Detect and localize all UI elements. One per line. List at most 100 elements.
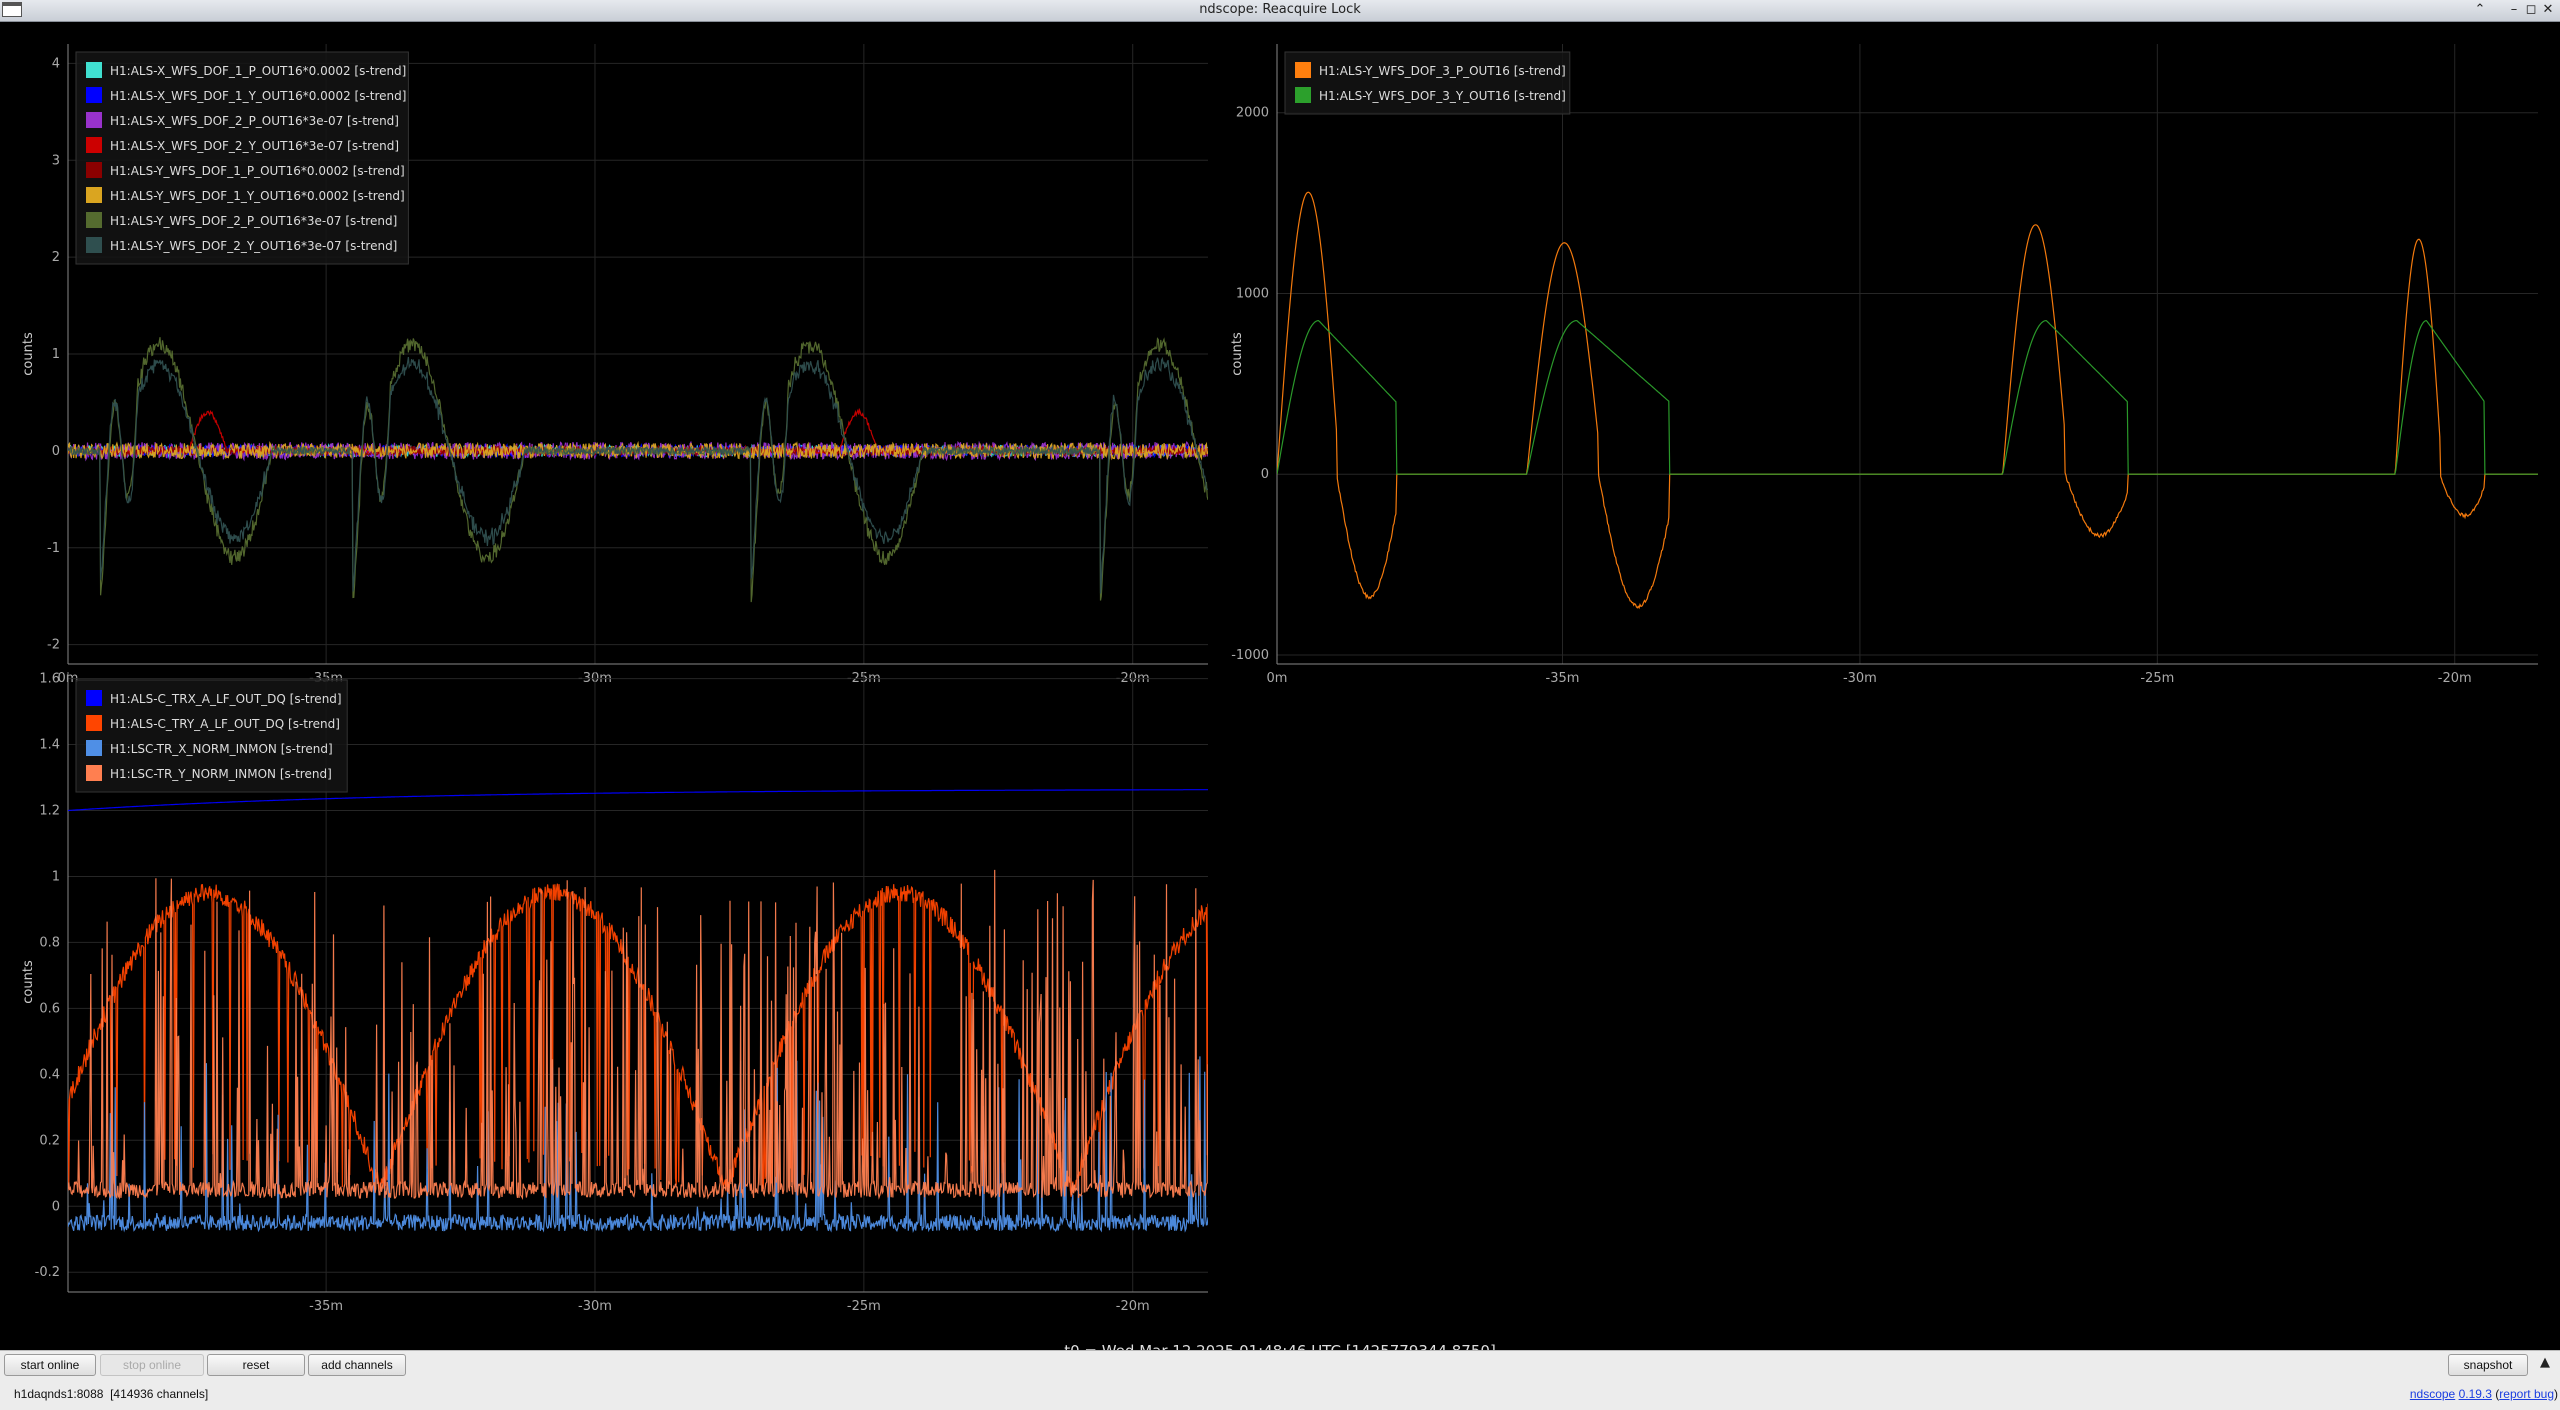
y-tick-label: -1 bbox=[47, 541, 60, 556]
maximize-icon[interactable]: ◻ bbox=[2522, 1, 2540, 19]
plot-pane-2[interactable]: -1000 0 1000 2000 0m -35m -30m -25m -20m counts H1… bbox=[1230, 44, 2538, 686]
y-tick-label: 3 bbox=[52, 153, 60, 168]
channel-count: [414936 channels] bbox=[110, 1387, 209, 1401]
series-line bbox=[68, 789, 1208, 812]
y-tick-label: 0 bbox=[1261, 467, 1269, 482]
y-tick-label: 1.6 bbox=[39, 672, 60, 687]
plots-canvas[interactable]: -2 -1 0 1 2 3 4 0m -35m -30m -25m -20m counts H1:ALS-… bbox=[0, 22, 2560, 1349]
minimize-icon[interactable]: – bbox=[2505, 1, 2523, 19]
y-tick-label: 0 bbox=[52, 1199, 60, 1214]
add-channels-label: add channels bbox=[321, 1358, 393, 1372]
legend-entry[interactable]: H1:LSC-TR_Y_NORM_INMON [s-trend] bbox=[110, 767, 332, 781]
y-axis-label: counts bbox=[21, 332, 36, 376]
snapshot-label: snapshot bbox=[2463, 1358, 2513, 1372]
x-tick-label: -20m bbox=[2438, 671, 2472, 686]
series-line bbox=[68, 337, 1208, 603]
add-channels-button[interactable]: add channels bbox=[308, 1354, 406, 1376]
series-line bbox=[1277, 191, 2538, 610]
server-status: h1daqnds1:8088 [414936 channels] bbox=[14, 1387, 208, 1401]
x-tick-label: -30m bbox=[1843, 671, 1877, 686]
legend-swatch[interactable] bbox=[86, 112, 102, 128]
legend-entry[interactable]: H1:ALS-C_TRX_A_LF_OUT_DQ [s-trend] bbox=[110, 692, 342, 706]
chevron-up-icon[interactable]: ⌃ bbox=[2471, 1, 2489, 19]
y-tick-label: -1000 bbox=[1231, 648, 1269, 663]
version-info: ndscope 0.19.3 (report bug) bbox=[2409, 1387, 2558, 1401]
close-icon[interactable]: ✕ bbox=[2539, 1, 2557, 19]
report-bug-link[interactable]: report bug bbox=[2499, 1387, 2554, 1401]
y-tick-label: 0.6 bbox=[39, 1001, 60, 1016]
y-tick-label: 0.8 bbox=[39, 935, 60, 950]
legend-entry[interactable]: H1:ALS-Y_WFS_DOF_3_Y_OUT16 [s-trend] bbox=[1319, 89, 1566, 103]
legend-swatch[interactable] bbox=[86, 690, 102, 706]
reset-button[interactable]: reset bbox=[207, 1354, 305, 1376]
legend-entry[interactable]: H1:ALS-X_WFS_DOF_2_P_OUT16*3e-07 [s-tren… bbox=[110, 114, 399, 128]
server-address: h1daqnds1:8088 bbox=[14, 1387, 104, 1401]
y-tick-label: 0.4 bbox=[39, 1067, 60, 1082]
plot-lines bbox=[1277, 191, 2538, 610]
version-link[interactable]: 0.19.3 bbox=[2459, 1387, 2492, 1401]
legend-swatch[interactable] bbox=[86, 162, 102, 178]
app-link[interactable]: ndscope bbox=[2410, 1387, 2455, 1401]
y-tick-label: 0.2 bbox=[39, 1133, 60, 1148]
legend-swatch[interactable] bbox=[86, 62, 102, 78]
legend-entry[interactable]: H1:ALS-Y_WFS_DOF_3_P_OUT16 [s-trend] bbox=[1319, 64, 1566, 78]
y-tick-label: 1 bbox=[52, 347, 60, 362]
legend-swatch[interactable] bbox=[86, 740, 102, 756]
start-online-button[interactable]: start online bbox=[4, 1354, 96, 1376]
legend-entry[interactable]: H1:ALS-C_TRY_A_LF_OUT_DQ [s-trend] bbox=[110, 717, 340, 731]
x-tick-label: -35m bbox=[1546, 671, 1580, 686]
x-tick-label: -25m bbox=[2140, 671, 2174, 686]
y-tick-label: 1000 bbox=[1236, 286, 1269, 301]
x-tick-label: -35m bbox=[309, 1299, 343, 1314]
y-axis-label: counts bbox=[1230, 332, 1245, 376]
y-tick-label: -2 bbox=[47, 638, 60, 653]
legend-entry[interactable]: H1:ALS-X_WFS_DOF_2_Y_OUT16*3e-07 [s-tren… bbox=[110, 139, 399, 153]
legend-swatch[interactable] bbox=[86, 87, 102, 103]
legend-swatch[interactable] bbox=[1295, 62, 1311, 78]
legend-swatch[interactable] bbox=[86, 212, 102, 228]
legend-entry[interactable]: H1:ALS-Y_WFS_DOF_1_Y_OUT16*0.0002 [s-tre… bbox=[110, 189, 405, 203]
legend-swatch[interactable] bbox=[86, 765, 102, 781]
y-tick-label: 4 bbox=[52, 56, 60, 71]
triangle-up-icon[interactable]: ▲ bbox=[2536, 1355, 2554, 1375]
y-tick-label: 1.2 bbox=[39, 804, 60, 819]
legend-box[interactable] bbox=[1284, 51, 1571, 115]
window-titlebar[interactable]: ndscope: Reacquire Lock ⌃ – ◻ ✕ bbox=[0, 0, 2560, 22]
legend-entry[interactable]: H1:ALS-X_WFS_DOF_1_P_OUT16*0.0002 [s-tre… bbox=[110, 64, 406, 78]
x-tick-label: -20m bbox=[1116, 1299, 1150, 1314]
legend-entry[interactable]: H1:LSC-TR_X_NORM_INMON [s-trend] bbox=[110, 742, 333, 756]
y-tick-label: 1.4 bbox=[39, 738, 60, 753]
y-tick-label: 0 bbox=[52, 444, 60, 459]
legend-box[interactable] bbox=[75, 51, 409, 265]
y-tick-label: 1 bbox=[52, 869, 60, 884]
y-tick-label: 2 bbox=[52, 250, 60, 265]
legend-swatch[interactable] bbox=[1295, 87, 1311, 103]
plot-lines bbox=[68, 337, 1208, 603]
reset-label: reset bbox=[242, 1358, 270, 1372]
plot-pane-1[interactable]: -2-1012340m-35m-30m-25m-20mcountsH1:ALS-… bbox=[21, 44, 1208, 686]
legend-swatch[interactable] bbox=[86, 187, 102, 203]
y-tick-label: -0.2 bbox=[35, 1265, 60, 1280]
series-line bbox=[1277, 319, 2538, 475]
stop-online-button[interactable]: stop online bbox=[100, 1354, 204, 1376]
window-title: ndscope: Reacquire Lock bbox=[1199, 2, 1361, 17]
series-line bbox=[68, 869, 1208, 1200]
legend-entry[interactable]: H1:ALS-X_WFS_DOF_1_Y_OUT16*0.0002 [s-tre… bbox=[110, 89, 406, 103]
stop-online-label: stop online bbox=[122, 1358, 182, 1372]
x-tick-label: -30m bbox=[578, 1299, 612, 1314]
y-axis-label: counts bbox=[21, 960, 36, 1004]
x-tick-label: -25m bbox=[847, 1299, 881, 1314]
start-online-label: start online bbox=[20, 1358, 80, 1372]
legend-swatch[interactable] bbox=[86, 237, 102, 253]
plot-pane-3[interactable]: -0.2 0 0.2 0.4 0.6 0.8 1 1.2 1.4 1.6 -35m -30m -25m -… bbox=[21, 672, 1208, 1314]
plot-lines bbox=[68, 789, 1208, 1233]
legend-swatch[interactable] bbox=[86, 137, 102, 153]
bottom-toolbar: start online stop online reset add chann… bbox=[0, 1350, 2560, 1410]
plot-area[interactable]: -2 -1 0 1 2 3 4 0m -35m -30m -25m -20m counts H1:ALS-… bbox=[0, 22, 2560, 1360]
y-tick-label: 2000 bbox=[1236, 106, 1269, 121]
legend-entry[interactable]: H1:ALS-Y_WFS_DOF_2_P_OUT16*3e-07 [s-tren… bbox=[110, 214, 397, 228]
legend-entry[interactable]: H1:ALS-Y_WFS_DOF_1_P_OUT16*0.0002 [s-tre… bbox=[110, 164, 405, 178]
snapshot-button[interactable]: snapshot bbox=[2448, 1354, 2528, 1376]
legend-entry[interactable]: H1:ALS-Y_WFS_DOF_2_Y_OUT16*3e-07 [s-tren… bbox=[110, 239, 397, 253]
legend-swatch[interactable] bbox=[86, 715, 102, 731]
